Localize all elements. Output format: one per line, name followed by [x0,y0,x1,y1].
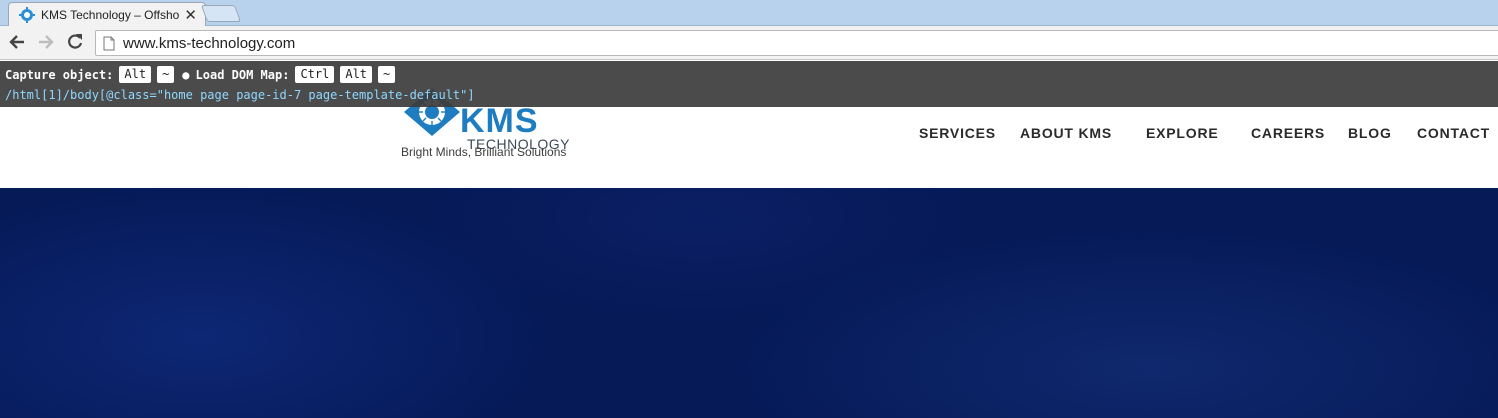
inspector-overlay: Capture object: Alt ~ ● Load DOM Map: Ct… [0,61,1498,107]
key-tilde: ~ [378,66,396,83]
nav-careers[interactable]: CAREERS [1251,125,1325,141]
url-text: www.kms-technology.com [123,34,296,52]
hero-banner [0,188,1498,418]
nav-about-kms[interactable]: ABOUT KMS [1020,125,1112,141]
arrow-right-icon [39,35,54,49]
tagline: Bright Minds, Brilliant Solutions [401,145,567,159]
nav-explore[interactable]: EXPLORE [1146,125,1219,141]
arrow-left-icon [9,35,24,49]
address-bar[interactable]: www.kms-technology.com [95,30,1498,56]
load-dom-label: Load DOM Map: [195,67,290,82]
key-tilde: ~ [157,66,175,83]
gear-favicon-icon [19,7,35,23]
browser-tab[interactable]: KMS Technology – Offsho ✕ [8,2,206,27]
tab-strip: KMS Technology – Offsho ✕ [0,0,1498,27]
tab-title: KMS Technology – Offsho [41,8,179,22]
reload-button[interactable] [64,31,86,53]
key-ctrl: Ctrl [295,66,335,83]
browser-toolbar: www.kms-technology.com [0,26,1498,60]
reload-icon [68,34,83,49]
key-alt: Alt [340,66,373,83]
forward-button[interactable] [35,31,57,53]
nav-services[interactable]: SERVICES [919,125,996,141]
shortcut-hints: Capture object: Alt ~ ● Load DOM Map: Ct… [5,66,396,83]
bullet: ● [182,67,190,82]
new-tab-button[interactable] [200,5,242,22]
nav-blog[interactable]: BLOG [1348,125,1392,141]
capture-label: Capture object: [5,67,114,82]
back-button[interactable] [6,31,28,53]
xpath-readout: /html[1]/body[@class="home page page-id-… [5,88,475,102]
key-alt: Alt [119,66,152,83]
close-icon[interactable]: ✕ [184,6,197,24]
nav-contact[interactable]: CONTACT [1417,125,1490,141]
page-icon [103,36,115,51]
